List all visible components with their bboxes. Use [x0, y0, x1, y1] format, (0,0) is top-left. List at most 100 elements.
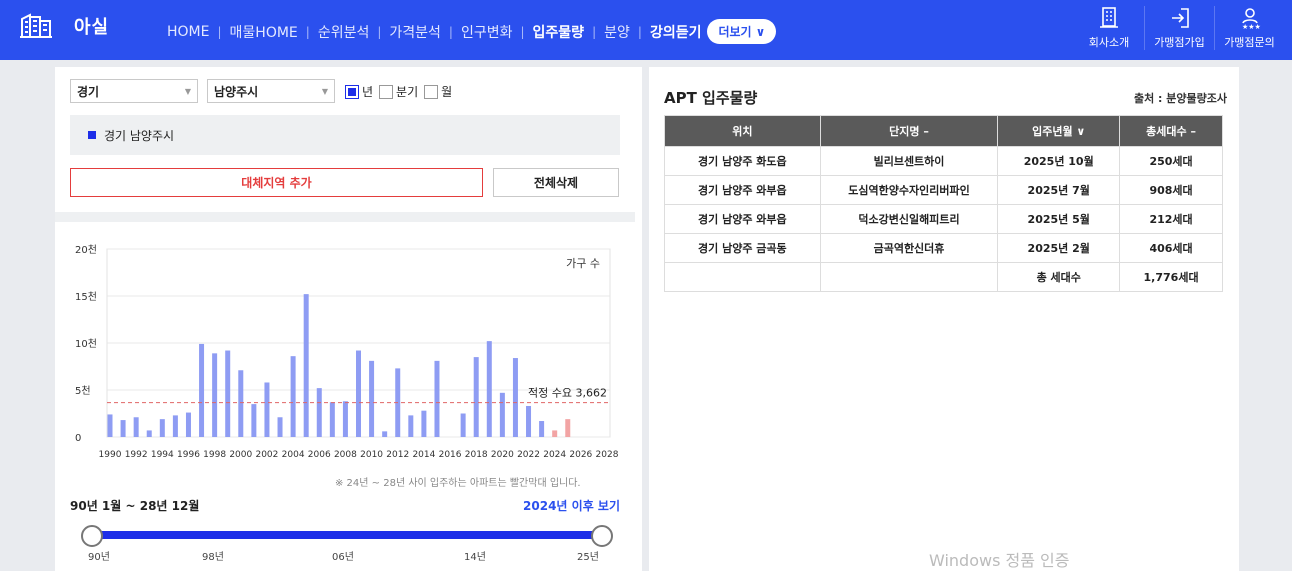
series-color-marker	[88, 131, 96, 139]
bar	[526, 405, 532, 437]
slider-start-handle[interactable]	[81, 525, 103, 547]
x-tick-label: 2006	[308, 450, 331, 460]
x-tick-label: 1994	[151, 450, 174, 460]
slider-tick-label: 90년	[88, 552, 110, 563]
table-cell: 406세대	[1119, 233, 1223, 263]
main-nav: HOME | 매물HOME | 순위분석 | 가격분석 | 인구변화 | 입주물량 | 분양 | 강의듣기 더…	[167, 19, 777, 44]
bar	[434, 360, 440, 437]
bar	[342, 401, 348, 437]
supply-bar-chart: 05천10천15천20천적정 수요 3,662가구 수1990 1992 1994 1…	[75, 244, 619, 460]
more-button-label: 더보기	[718, 25, 752, 39]
nav-item[interactable]: 입주물량	[533, 22, 585, 42]
column-header-move-in-date[interactable]: 입주년월 ∨	[997, 115, 1121, 147]
apt-supply-table: 위치 단지명 – 입주년월 ∨ 총세대수 – 경기 남양주 화도읍 빌리브센트하이…	[664, 115, 1223, 292]
range-title: 90년 1월 ~ 28년 12월	[70, 499, 200, 513]
table-row[interactable]: 경기 남양주 와부읍 도심역한양수자인리버파인 2025년 7월 908세대	[664, 175, 1223, 205]
column-header-location[interactable]: 위치	[664, 115, 821, 147]
total-label: 총 세대수	[997, 262, 1121, 292]
slider-tick-label: 06년	[332, 552, 354, 563]
x-tick-label: 2028	[596, 450, 619, 460]
login-arrow-icon	[1171, 8, 1189, 28]
logo[interactable]: 아실	[20, 13, 109, 39]
delete-all-button[interactable]: 전체삭제	[493, 168, 619, 197]
slider-end-handle[interactable]	[591, 525, 613, 547]
selected-region-label: 경기 남양주시	[104, 128, 175, 143]
right-panel: APT 입주물량 출처 : 분양물량조사 위치 단지명 – 입주년월 ∨ 총세대…	[649, 67, 1239, 571]
checkbox-icon[interactable]	[345, 84, 359, 99]
slider-track	[92, 531, 602, 539]
nav-item[interactable]: HOME	[167, 24, 209, 40]
bar	[408, 415, 414, 437]
view-after-2024-link[interactable]: 2024년 이후 보기	[523, 497, 620, 514]
y-tick-label: 20천	[75, 244, 97, 256]
chevron-down-icon: ∨	[755, 24, 766, 39]
add-region-button[interactable]: 대체지역 추가	[70, 168, 483, 197]
bar	[303, 294, 309, 437]
table-cell: 2025년 5월	[997, 204, 1121, 234]
table-cell: 2025년 2월	[997, 233, 1121, 263]
column-header-complex[interactable]: 단지명 –	[819, 115, 999, 147]
x-tick-label: 2024	[543, 450, 566, 460]
province-select[interactable]: 경기 ▼	[70, 79, 198, 103]
more-button[interactable]: 더보기 ∨	[707, 19, 777, 44]
bar	[539, 421, 545, 437]
table-cell: 덕소강변신일해피트리	[819, 204, 999, 234]
table-header-row: 위치 단지명 – 입주년월 ∨ 총세대수 –	[664, 115, 1223, 147]
x-tick-label: 1990	[99, 450, 122, 460]
table-cell: 250세대	[1119, 146, 1223, 176]
windows-activation-watermark: Windows 정품 인증	[929, 551, 1070, 570]
table-row[interactable]: 경기 남양주 금곡동 금곡역한신더휴 2025년 2월 406세대	[664, 233, 1223, 263]
period-option[interactable]: 분기	[379, 83, 418, 100]
bar	[159, 419, 165, 437]
nav-item[interactable]: 강의듣기	[650, 22, 702, 42]
nav-item[interactable]: 분양	[604, 22, 630, 42]
data-source: 출처 : 분양물량조사	[1133, 92, 1227, 105]
company-intro-link[interactable]: 회사소개	[1074, 6, 1144, 50]
nav-item[interactable]: 가격분석	[389, 22, 441, 42]
x-tick-label: 2012	[386, 450, 409, 460]
nav-item[interactable]: 매물HOME	[230, 22, 298, 42]
bar	[329, 402, 335, 437]
bar	[172, 415, 178, 437]
slider-tick-label: 14년	[464, 552, 486, 563]
bar	[146, 430, 152, 437]
total-value: 1,776세대	[1119, 262, 1223, 292]
checkbox-icon[interactable]	[379, 84, 394, 99]
reference-line-label: 적정 수요 3,662	[528, 387, 607, 400]
table-row[interactable]: 경기 남양주 와부읍 덕소강변신일해피트리 2025년 5월 212세대	[664, 204, 1223, 234]
franchise-join-label: 가맹점가입	[1154, 36, 1205, 49]
franchise-join-link[interactable]: 가맹점가입	[1144, 6, 1214, 50]
x-tick-label: 2014	[412, 450, 435, 460]
column-header-households[interactable]: 총세대수 –	[1119, 115, 1223, 147]
nav-separator: |	[448, 24, 453, 39]
bar	[199, 343, 205, 437]
bar	[486, 341, 492, 437]
x-tick-label: 2010	[360, 450, 383, 460]
bar	[369, 360, 375, 437]
table-row[interactable]: 경기 남양주 화도읍 빌리브센트하이 2025년 10월 250세대	[664, 146, 1223, 176]
table-cell: 경기 남양주 화도읍	[664, 146, 821, 176]
table-cell: 도심역한양수자인리버파인	[819, 175, 999, 205]
nav-separator: |	[592, 24, 597, 39]
period-option[interactable]: 월	[424, 83, 452, 100]
year-range-slider[interactable]	[81, 525, 613, 547]
slider-tick-label: 25년	[577, 552, 599, 563]
nav-separator: |	[637, 24, 642, 39]
bar	[356, 350, 361, 437]
x-tick-label: 2018	[465, 450, 488, 460]
x-tick-label: 1998	[203, 450, 226, 460]
table-cell: 경기 남양주 와부읍	[664, 175, 821, 205]
nav-item[interactable]: 인구변화	[461, 22, 513, 42]
bar	[133, 417, 139, 437]
brand-name: 아실	[74, 17, 110, 38]
bar	[264, 382, 270, 437]
selected-region-box: 경기 남양주시	[70, 115, 620, 155]
nav-separator: |	[305, 24, 310, 39]
period-option[interactable]: 년	[345, 83, 373, 100]
checkbox-icon[interactable]	[424, 84, 439, 99]
dropdown-arrow-icon: ▼	[321, 86, 328, 96]
city-select[interactable]: 남양주시 ▼	[207, 79, 335, 103]
nav-item[interactable]: 순위분석	[318, 22, 370, 42]
bar	[251, 404, 257, 437]
franchise-inquiry-link[interactable]: ★★★ 가맹점문의	[1214, 6, 1284, 50]
